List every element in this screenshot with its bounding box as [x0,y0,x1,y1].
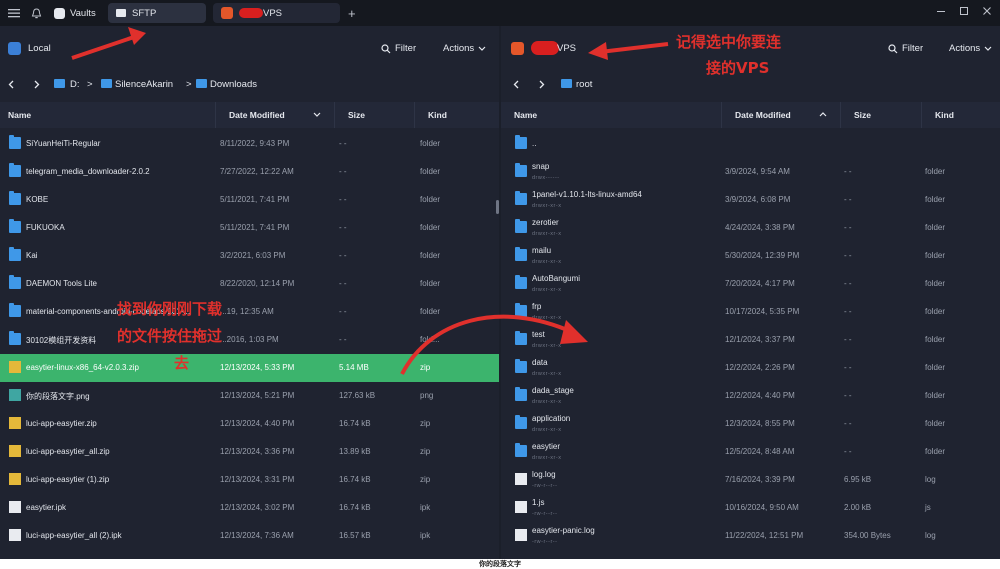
arrow-to-vps [599,42,669,54]
arrowhead [128,27,146,45]
sftp-app-window: Vaults SFTP VPS + Local Filter Actions D… [0,0,1000,559]
annotation-arrows [71,27,669,375]
annotation-drag-2: 的文件按住拖过 [117,327,223,345]
arrowhead [588,42,608,60]
arrow-to-sftp-tab [71,33,141,60]
image-caption: 你的段落文字 [479,561,521,568]
arrowhead [560,320,588,344]
annotation-drag-1: 找到你刚刚下载 [117,300,223,318]
annotation-select-vps-2: 接的VPS [706,59,770,77]
annotation-select-vps-1: 记得选中你要连 [676,33,782,51]
arrow-drag [400,314,573,375]
annotation-drag-3: 去 [174,354,190,372]
